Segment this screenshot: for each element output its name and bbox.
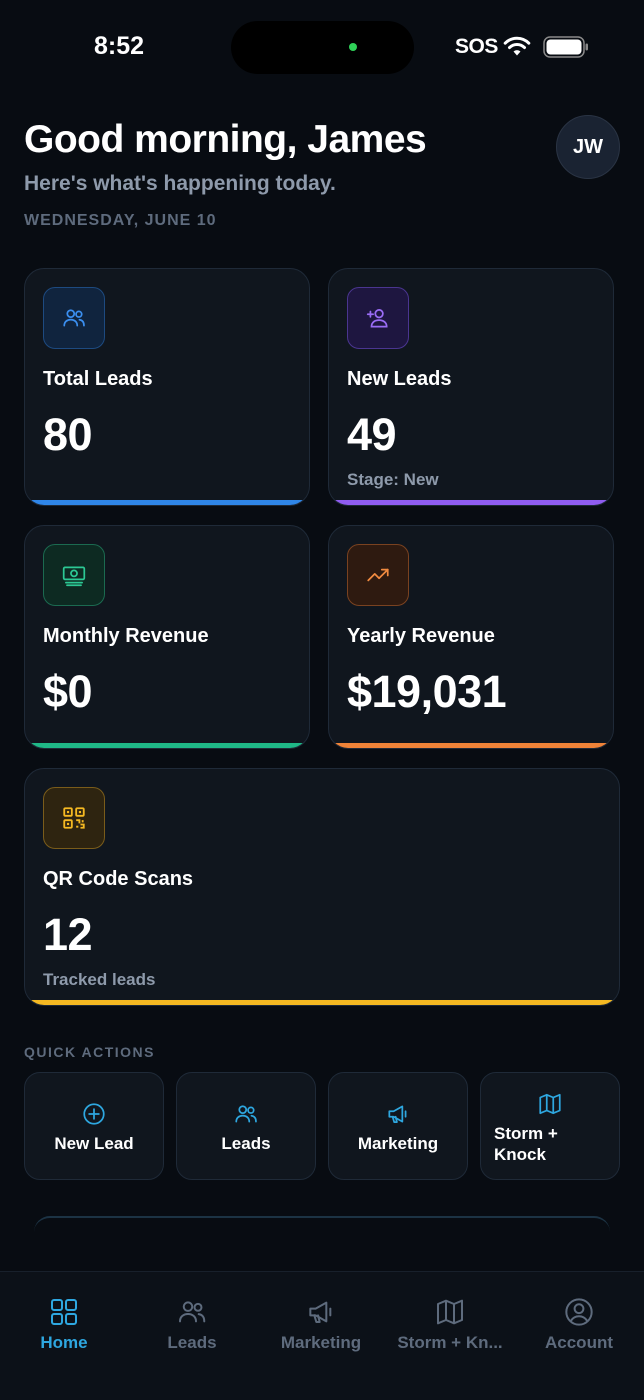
wifi-icon	[503, 36, 531, 56]
tab-bar: Home Leads Marketing Storm + Kn... Accou…	[0, 1271, 644, 1400]
plus-circle-icon	[83, 1103, 105, 1125]
total-leads-label: Total Leads	[43, 368, 153, 390]
yearly-revenue-card[interactable]: Yearly Revenue $19,031	[328, 525, 614, 749]
storm-knock-label: Storm + Knock	[494, 1123, 619, 1165]
account-icon	[565, 1298, 593, 1326]
user-plus-icon	[347, 287, 409, 349]
qr-scans-label: QR Code Scans	[43, 868, 194, 890]
tab-home-label: Home	[40, 1333, 88, 1352]
trending-up-icon	[347, 544, 409, 606]
total-leads-card[interactable]: Total Leads 80	[24, 268, 310, 506]
yearly-revenue-value: $19,031	[347, 666, 507, 717]
partial-card	[34, 1216, 610, 1246]
tab-leads-label: Leads	[167, 1333, 217, 1352]
leads-label: Leads	[221, 1134, 271, 1153]
new-leads-accent-bar	[329, 500, 613, 505]
leads-button[interactable]: Leads	[176, 1072, 316, 1180]
current-date: WEDNESDAY, JUNE 10	[24, 212, 217, 229]
marketing-button[interactable]: Marketing	[328, 1072, 468, 1180]
grid-icon	[51, 1299, 77, 1325]
qr-scans-sub: Tracked leads	[43, 970, 156, 989]
camera-indicator-icon	[349, 43, 357, 51]
yearly-revenue-label: Yearly Revenue	[347, 625, 495, 647]
new-leads-value: 49	[347, 409, 397, 460]
total-leads-accent-bar	[25, 500, 309, 505]
megaphone-icon	[388, 1105, 407, 1123]
new-leads-card[interactable]: New Leads 49 Stage: New	[328, 268, 614, 506]
monthly-revenue-value: $0	[43, 666, 93, 717]
carrier-status: SOS	[455, 35, 498, 58]
qr-scans-value: 12	[43, 909, 93, 960]
storm-knock-label-line2: Knock	[494, 1145, 546, 1164]
tab-marketing[interactable]: Marketing	[257, 1272, 385, 1372]
monthly-revenue-accent-bar	[25, 743, 309, 748]
tab-account-label: Account	[545, 1333, 613, 1352]
status-time: 8:52	[94, 32, 145, 60]
greeting-title: Good morning, James	[24, 118, 427, 161]
megaphone-icon	[309, 1301, 332, 1323]
monthly-revenue-card[interactable]: Monthly Revenue $0	[24, 525, 310, 749]
qr-scans-accent-bar	[25, 1000, 619, 1005]
dynamic-island	[231, 21, 414, 74]
greeting-subtitle: Here's what's happening today.	[24, 172, 336, 195]
tab-home[interactable]: Home	[0, 1272, 128, 1372]
map-icon	[437, 1299, 463, 1325]
monthly-revenue-label: Monthly Revenue	[43, 625, 209, 647]
map-icon	[539, 1093, 561, 1115]
qr-scans-card[interactable]: QR Code Scans 12 Tracked leads	[24, 768, 620, 1006]
total-leads-value: 80	[43, 409, 93, 460]
tab-storm-knock[interactable]: Storm + Kn...	[386, 1272, 514, 1372]
quick-actions-title: QUICK ACTIONS	[24, 1044, 155, 1060]
tab-leads[interactable]: Leads	[128, 1272, 256, 1372]
avatar[interactable]: JW	[556, 115, 620, 179]
yearly-revenue-accent-bar	[329, 743, 613, 748]
storm-knock-button[interactable]: Storm + Knock	[480, 1072, 620, 1180]
cash-icon	[43, 544, 105, 606]
users-icon	[179, 1301, 206, 1323]
tab-storm-knock-label: Storm + Kn...	[397, 1333, 503, 1352]
tab-marketing-label: Marketing	[280, 1333, 362, 1352]
users-icon	[43, 287, 105, 349]
new-leads-stage: Stage: New	[347, 470, 439, 489]
new-leads-label: New Leads	[347, 368, 452, 390]
new-lead-button[interactable]: New Lead	[24, 1072, 164, 1180]
marketing-label: Marketing	[357, 1134, 439, 1153]
new-lead-label: New Lead	[54, 1134, 134, 1153]
status-bar: 8:52 SOS	[0, 0, 644, 96]
battery-icon	[543, 36, 588, 58]
qr-code-icon	[43, 787, 105, 849]
storm-knock-label-line1: Storm +	[494, 1124, 558, 1143]
tab-account[interactable]: Account	[515, 1272, 643, 1372]
users-icon	[235, 1105, 257, 1123]
